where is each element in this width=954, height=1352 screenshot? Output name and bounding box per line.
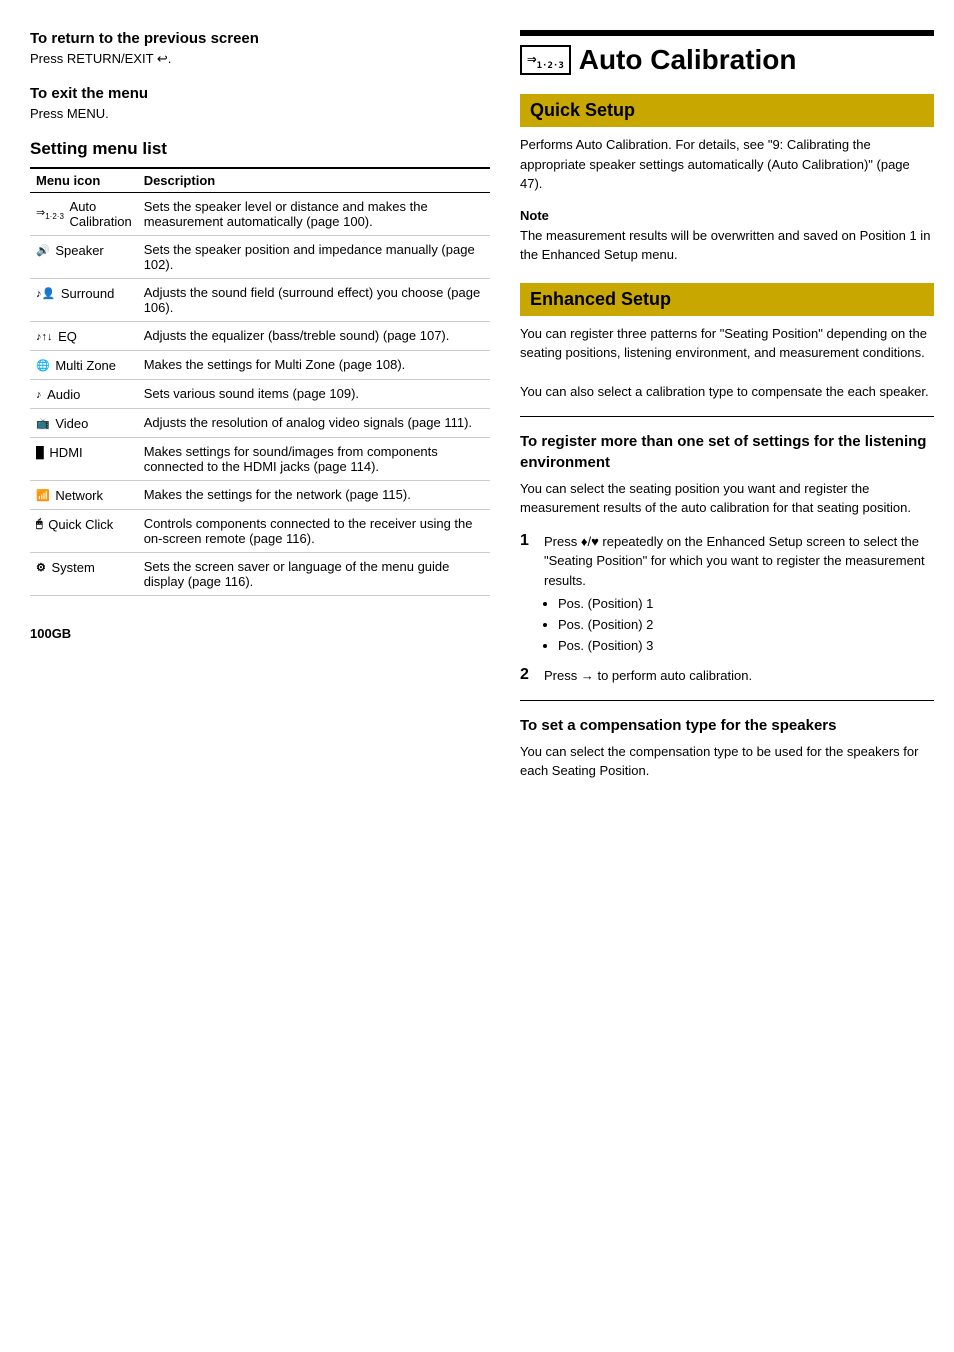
step-2: 2 Press → to perform auto calibration. <box>520 666 934 686</box>
menu-icon-cell: 🔊 Speaker <box>30 236 138 279</box>
menu-desc-cell: Adjusts the resolution of analog video s… <box>138 409 490 438</box>
enhanced-setup-box: Enhanced Setup <box>520 283 934 316</box>
menu-desc-cell: Sets the speaker position and impedance … <box>138 236 490 279</box>
menu-icon-cell: 📺 Video <box>30 409 138 438</box>
return-body: Press RETURN/EXIT ↩. <box>30 51 490 67</box>
step-1-text: Press ♦/♥ repeatedly on the Enhanced Set… <box>544 534 925 588</box>
menu-icon-3: ♪↑↓ <box>36 331 53 343</box>
register-section-title: To register more than one set of setting… <box>520 431 934 473</box>
exit-section: To exit the menu Press MENU. <box>30 85 490 121</box>
menu-name-4: Multi Zone <box>55 358 116 373</box>
auto-calibration-title: ⇒1·2·3 Auto Calibration <box>520 44 934 76</box>
menu-desc-cell: Makes the settings for the network (page… <box>138 481 490 510</box>
page: To return to the previous screen Press R… <box>0 0 954 1352</box>
menu-icon-cell: ⚙ System <box>30 553 138 596</box>
menu-desc-cell: Controls components connected to the rec… <box>138 510 490 553</box>
menu-name-3: EQ <box>58 329 77 344</box>
menu-name-9: Quick Click <box>48 517 113 532</box>
table-row: ♪👤 SurroundAdjusts the sound field (surr… <box>30 279 490 322</box>
menu-icon-8: 📶 <box>36 489 50 502</box>
menu-icon-7: █ <box>36 447 44 459</box>
table-row: 🌐 Multi ZoneMakes the settings for Multi… <box>30 351 490 380</box>
register-section-body: You can select the seating position you … <box>520 479 934 518</box>
compensation-title: To set a compensation type for the speak… <box>520 715 934 736</box>
table-row: █ HDMIMakes settings for sound/images fr… <box>30 438 490 481</box>
right-column: ⇒1·2·3 Auto Calibration Quick Setup Perf… <box>520 30 934 1322</box>
setting-menu-list-title: Setting menu list <box>30 139 490 159</box>
menu-desc-cell: Adjusts the sound field (surround effect… <box>138 279 490 322</box>
table-row: 🖱 Quick ClickControls components connect… <box>30 510 490 553</box>
menu-desc-cell: Sets the speaker level or distance and m… <box>138 193 490 236</box>
divider <box>520 416 934 417</box>
bullet-item: Pos. (Position) 2 <box>558 615 934 636</box>
divider-2 <box>520 700 934 701</box>
col-header-desc: Description <box>138 168 490 193</box>
page-number: 100GB <box>30 626 490 641</box>
quick-setup-box: Quick Setup <box>520 94 934 127</box>
menu-name-6: Video <box>55 416 88 431</box>
table-row: ♪ AudioSets various sound items (page 10… <box>30 380 490 409</box>
left-column: To return to the previous screen Press R… <box>30 30 490 1322</box>
menu-icon-cell: 🌐 Multi Zone <box>30 351 138 380</box>
menu-desc-cell: Makes settings for sound/images from com… <box>138 438 490 481</box>
menu-icon-cell: ♪ Audio <box>30 380 138 409</box>
step-1-num: 1 <box>520 532 538 657</box>
step-2-num: 2 <box>520 666 538 686</box>
quick-setup-body: Performs Auto Calibration. For details, … <box>520 135 934 194</box>
return-title: To return to the previous screen <box>30 30 490 47</box>
menu-icon-cell: █ HDMI <box>30 438 138 481</box>
exit-body: Press MENU. <box>30 106 490 121</box>
compensation-body: You can select the compensation type to … <box>520 742 934 781</box>
menu-icon-5: ♪ <box>36 389 42 401</box>
col-header-icon: Menu icon <box>30 168 138 193</box>
menu-name-7: HDMI <box>49 445 82 460</box>
menu-name-1: Speaker <box>55 243 103 258</box>
menu-icon-cell: ♪👤 Surround <box>30 279 138 322</box>
table-row: 📶 NetworkMakes the settings for the netw… <box>30 481 490 510</box>
menu-icon-2: ♪👤 <box>36 287 55 300</box>
menu-icon-1: 🔊 <box>36 244 50 257</box>
menu-name-5: Audio <box>47 387 80 402</box>
menu-icon-4: 🌐 <box>36 359 50 372</box>
menu-desc-cell: Adjusts the equalizer (bass/treble sound… <box>138 322 490 351</box>
menu-icon-cell: ♪↑↓ EQ <box>30 322 138 351</box>
enhanced-setup-intro: You can register three patterns for "Sea… <box>520 324 934 402</box>
table-row: 📺 VideoAdjusts the resolution of analog … <box>30 409 490 438</box>
menu-icon-9: 🖱 <box>36 518 43 531</box>
step-1: 1 Press ♦/♥ repeatedly on the Enhanced S… <box>520 532 934 657</box>
menu-name-8: Network <box>55 488 103 503</box>
bullet-item: Pos. (Position) 3 <box>558 636 934 657</box>
menu-icon-6: 📺 <box>36 417 50 430</box>
header-bar <box>520 30 934 36</box>
step-2-text: Press → to perform auto calibration. <box>544 666 752 686</box>
menu-icon-0: ⇒1·2·3 <box>36 206 64 221</box>
return-section: To return to the previous screen Press R… <box>30 30 490 67</box>
quick-setup-title: Quick Setup <box>530 100 924 121</box>
note-title: Note <box>520 208 934 223</box>
menu-name-0: AutoCalibration <box>70 199 132 229</box>
menu-table: Menu icon Description ⇒1·2·3 AutoCalibra… <box>30 167 490 596</box>
menu-icon-cell: 📶 Network <box>30 481 138 510</box>
table-row: 🔊 SpeakerSets the speaker position and i… <box>30 236 490 279</box>
table-row: ♪↑↓ EQAdjusts the equalizer (bass/treble… <box>30 322 490 351</box>
table-row: ⇒1·2·3 AutoCalibrationSets the speaker l… <box>30 193 490 236</box>
bullet-item: Pos. (Position) 1 <box>558 594 934 615</box>
menu-name-10: System <box>52 560 95 575</box>
title-text: Auto Calibration <box>579 44 797 76</box>
exit-title: To exit the menu <box>30 85 490 102</box>
menu-name-2: Surround <box>61 286 114 301</box>
step-1-content: Press ♦/♥ repeatedly on the Enhanced Set… <box>544 532 934 657</box>
step-1-bullets: Pos. (Position) 1Pos. (Position) 2Pos. (… <box>558 594 934 656</box>
title-icon: ⇒1·2·3 <box>520 45 571 75</box>
table-row: ⚙ SystemSets the screen saver or languag… <box>30 553 490 596</box>
menu-icon-cell: ⇒1·2·3 AutoCalibration <box>30 193 138 236</box>
menu-desc-cell: Sets various sound items (page 109). <box>138 380 490 409</box>
menu-desc-cell: Makes the settings for Multi Zone (page … <box>138 351 490 380</box>
enhanced-setup-title: Enhanced Setup <box>530 289 924 310</box>
menu-icon-cell: 🖱 Quick Click <box>30 510 138 553</box>
note-body: The measurement results will be overwrit… <box>520 226 934 265</box>
menu-icon-10: ⚙ <box>36 561 46 574</box>
menu-desc-cell: Sets the screen saver or language of the… <box>138 553 490 596</box>
